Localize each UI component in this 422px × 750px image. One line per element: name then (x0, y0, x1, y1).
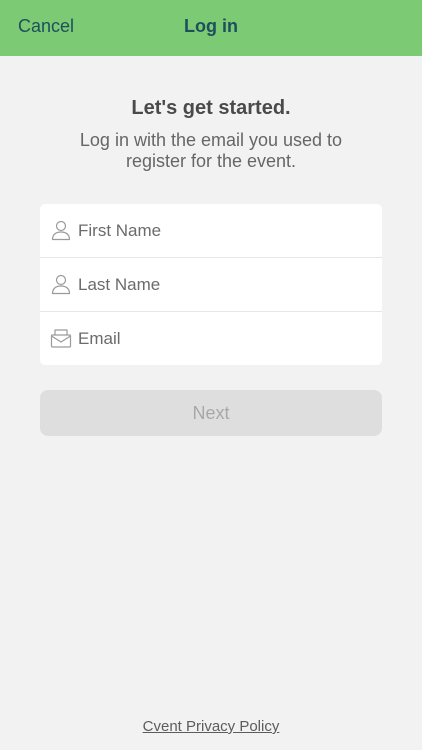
login-screen: Cancel Log in Let's get started. Log in … (0, 0, 422, 750)
person-icon (51, 274, 71, 295)
first-name-row (40, 204, 382, 257)
login-form (40, 204, 382, 365)
first-name-field[interactable] (78, 204, 368, 257)
instructions-text: Log in with the email you used to regist… (79, 130, 343, 171)
email-row (40, 312, 382, 365)
email-field[interactable] (78, 312, 368, 365)
welcome-heading: Let's get started. (131, 97, 291, 119)
privacy-policy-link[interactable]: Cvent Privacy Policy (0, 718, 422, 735)
page-title: Log in (184, 16, 238, 36)
last-name-row (40, 258, 382, 311)
last-name-field[interactable] (78, 258, 368, 311)
next-button[interactable]: Next (40, 390, 382, 436)
person-icon (51, 220, 71, 241)
navigation-bar: Cancel Log in (0, 0, 422, 56)
envelope-icon (50, 329, 72, 348)
